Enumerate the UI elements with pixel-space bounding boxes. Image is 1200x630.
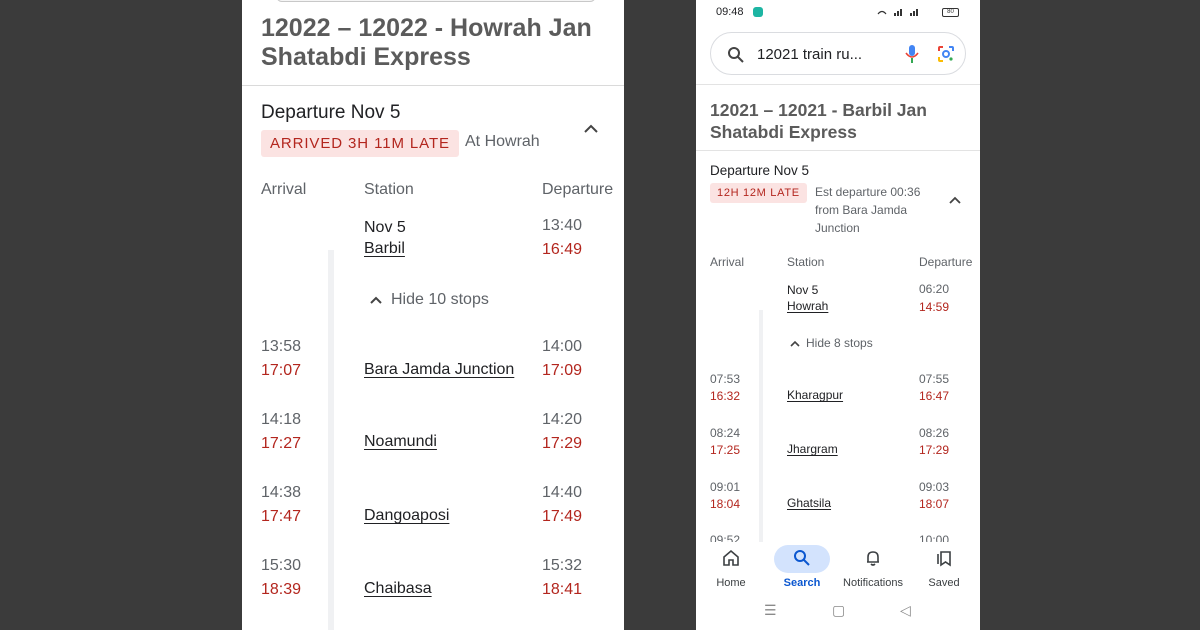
search-bar-edge[interactable] bbox=[276, 0, 596, 2]
wifi-icon bbox=[877, 9, 918, 16]
home-icon bbox=[723, 549, 739, 566]
signal-icons bbox=[876, 7, 936, 19]
lens-icon[interactable] bbox=[937, 45, 955, 63]
scheduled-departure: 06:20 bbox=[919, 282, 950, 296]
actual-arrival: 17:27 bbox=[261, 435, 302, 452]
actual-departure: 16:49 bbox=[542, 241, 583, 258]
station-link[interactable]: Chaibasa bbox=[364, 580, 432, 598]
mic-icon[interactable] bbox=[905, 44, 919, 64]
status-bar: 09:48 80 bbox=[696, 0, 980, 26]
status-location: At Howrah bbox=[465, 133, 540, 150]
scheduled-departure: 13:40 bbox=[542, 217, 583, 234]
scheduled-departure: 07:55 bbox=[919, 372, 950, 386]
bell-icon bbox=[867, 551, 879, 566]
phone-screen: 09:48 80 12021 train ru... 12021 – 12021… bbox=[696, 0, 980, 630]
station-header: Station bbox=[364, 181, 414, 198]
actual-departure: 17:29 bbox=[542, 435, 583, 452]
actual-departure: 17:49 bbox=[542, 508, 583, 525]
arrival-header: Arrival bbox=[261, 181, 307, 198]
departure-date: Departure Nov 5 bbox=[261, 102, 401, 123]
chevron-up-icon bbox=[790, 340, 800, 347]
actual-arrival: 17:47 bbox=[261, 508, 302, 525]
back-icon[interactable]: ◁ bbox=[900, 602, 911, 619]
actual-departure: 16:47 bbox=[919, 389, 950, 403]
station-link[interactable]: Dangoaposi bbox=[364, 507, 449, 525]
battery-icon: 80 bbox=[942, 8, 959, 17]
bookmark-icon bbox=[937, 551, 951, 567]
actual-departure: 17:09 bbox=[542, 362, 583, 379]
divider bbox=[696, 150, 980, 151]
hide-stops-label: Hide 8 stops bbox=[806, 336, 873, 350]
nav-search[interactable]: Search bbox=[767, 542, 837, 598]
system-navigation: ☰ ▢ ◁ bbox=[696, 598, 980, 630]
route-line bbox=[759, 310, 763, 550]
chevron-up-icon bbox=[370, 296, 382, 304]
station-link[interactable]: Jhargram bbox=[787, 442, 838, 456]
station-link[interactable]: Howrah bbox=[787, 299, 828, 313]
scheduled-arrival: 07:53 bbox=[710, 372, 741, 386]
train-title: 12021 – 12021 - Barbil Jan Shatabdi Expr… bbox=[710, 100, 927, 142]
recents-icon[interactable]: ☰ bbox=[764, 602, 777, 619]
station-link[interactable]: Kharagpur bbox=[787, 388, 843, 402]
nav-saved[interactable]: Saved bbox=[909, 542, 979, 598]
departure-date: Departure Nov 5 bbox=[710, 163, 810, 178]
scheduled-departure: 14:00 bbox=[542, 338, 583, 355]
station-link[interactable]: Ghatsila bbox=[787, 496, 831, 510]
home-system-icon[interactable]: ▢ bbox=[832, 602, 845, 619]
scheduled-departure: 09:03 bbox=[919, 480, 950, 494]
scheduled-arrival: 09:01 bbox=[710, 480, 741, 494]
actual-arrival: 17:25 bbox=[710, 443, 741, 457]
departure-header: Departure bbox=[542, 181, 614, 198]
actual-arrival: 18:04 bbox=[710, 497, 741, 511]
scheduled-arrival: 14:38 bbox=[261, 484, 302, 501]
scheduled-arrival: 13:58 bbox=[261, 338, 302, 355]
departure-header: Departure bbox=[919, 255, 973, 269]
station-link[interactable]: Barbil bbox=[364, 240, 405, 258]
nav-notifications[interactable]: Notifications bbox=[838, 542, 908, 598]
actual-arrival: 16:32 bbox=[710, 389, 741, 403]
search-query[interactable]: 12021 train ru... bbox=[757, 46, 862, 63]
bottom-navigation: Home Search Notifications Saved bbox=[696, 542, 980, 598]
scheduled-arrival: 14:18 bbox=[261, 411, 302, 428]
station-link[interactable]: Noamundi bbox=[364, 433, 437, 451]
nav-home[interactable]: Home bbox=[696, 542, 766, 598]
scheduled-departure: 14:20 bbox=[542, 411, 583, 428]
search-icon bbox=[794, 550, 810, 566]
scheduled-departure: 14:40 bbox=[542, 484, 583, 501]
status-time: 09:48 bbox=[716, 6, 744, 18]
chevron-up-icon[interactable] bbox=[948, 193, 962, 207]
train-title: 12022 – 12022 - Howrah Jan Shatabdi Expr… bbox=[261, 14, 592, 71]
hide-stops-button[interactable]: Hide 8 stops bbox=[790, 336, 873, 350]
scheduled-arrival: 15:30 bbox=[261, 557, 302, 574]
scheduled-arrival: 08:24 bbox=[710, 426, 741, 440]
actual-arrival: 17:07 bbox=[261, 362, 302, 379]
hide-stops-button[interactable]: Hide 10 stops bbox=[369, 291, 489, 309]
left-panel: 12022 – 12022 - Howrah Jan Shatabdi Expr… bbox=[242, 0, 624, 630]
status-badge: ARRIVED 3H 11M LATE bbox=[261, 130, 459, 157]
origin-date: Nov 5 bbox=[787, 283, 819, 297]
actual-departure: 17:29 bbox=[919, 443, 950, 457]
status-badge: 12H 12M LATE bbox=[710, 183, 807, 203]
origin-date: Nov 5 bbox=[364, 219, 406, 236]
chevron-up-icon[interactable] bbox=[582, 120, 600, 138]
route-line bbox=[328, 250, 334, 630]
search-icon[interactable] bbox=[727, 46, 745, 64]
divider bbox=[242, 85, 624, 86]
arrival-header: Arrival bbox=[710, 255, 745, 269]
app-notification-icon bbox=[753, 7, 763, 17]
station-link[interactable]: Bara Jamda Junction bbox=[364, 361, 514, 379]
actual-departure: 18:07 bbox=[919, 497, 950, 511]
divider bbox=[696, 84, 980, 85]
actual-arrival: 18:39 bbox=[261, 581, 302, 598]
nav-saved-label: Saved bbox=[928, 577, 960, 589]
station-header: Station bbox=[787, 255, 825, 269]
scheduled-departure: 15:32 bbox=[542, 557, 583, 574]
status-detail: Est departure 00:36 from Bara Jamda Junc… bbox=[815, 185, 921, 235]
actual-departure: 18:41 bbox=[542, 581, 583, 598]
hide-stops-label: Hide 10 stops bbox=[391, 291, 489, 308]
search-bar[interactable]: 12021 train ru... bbox=[710, 32, 966, 75]
actual-departure: 14:59 bbox=[919, 300, 950, 314]
scheduled-departure: 08:26 bbox=[919, 426, 950, 440]
